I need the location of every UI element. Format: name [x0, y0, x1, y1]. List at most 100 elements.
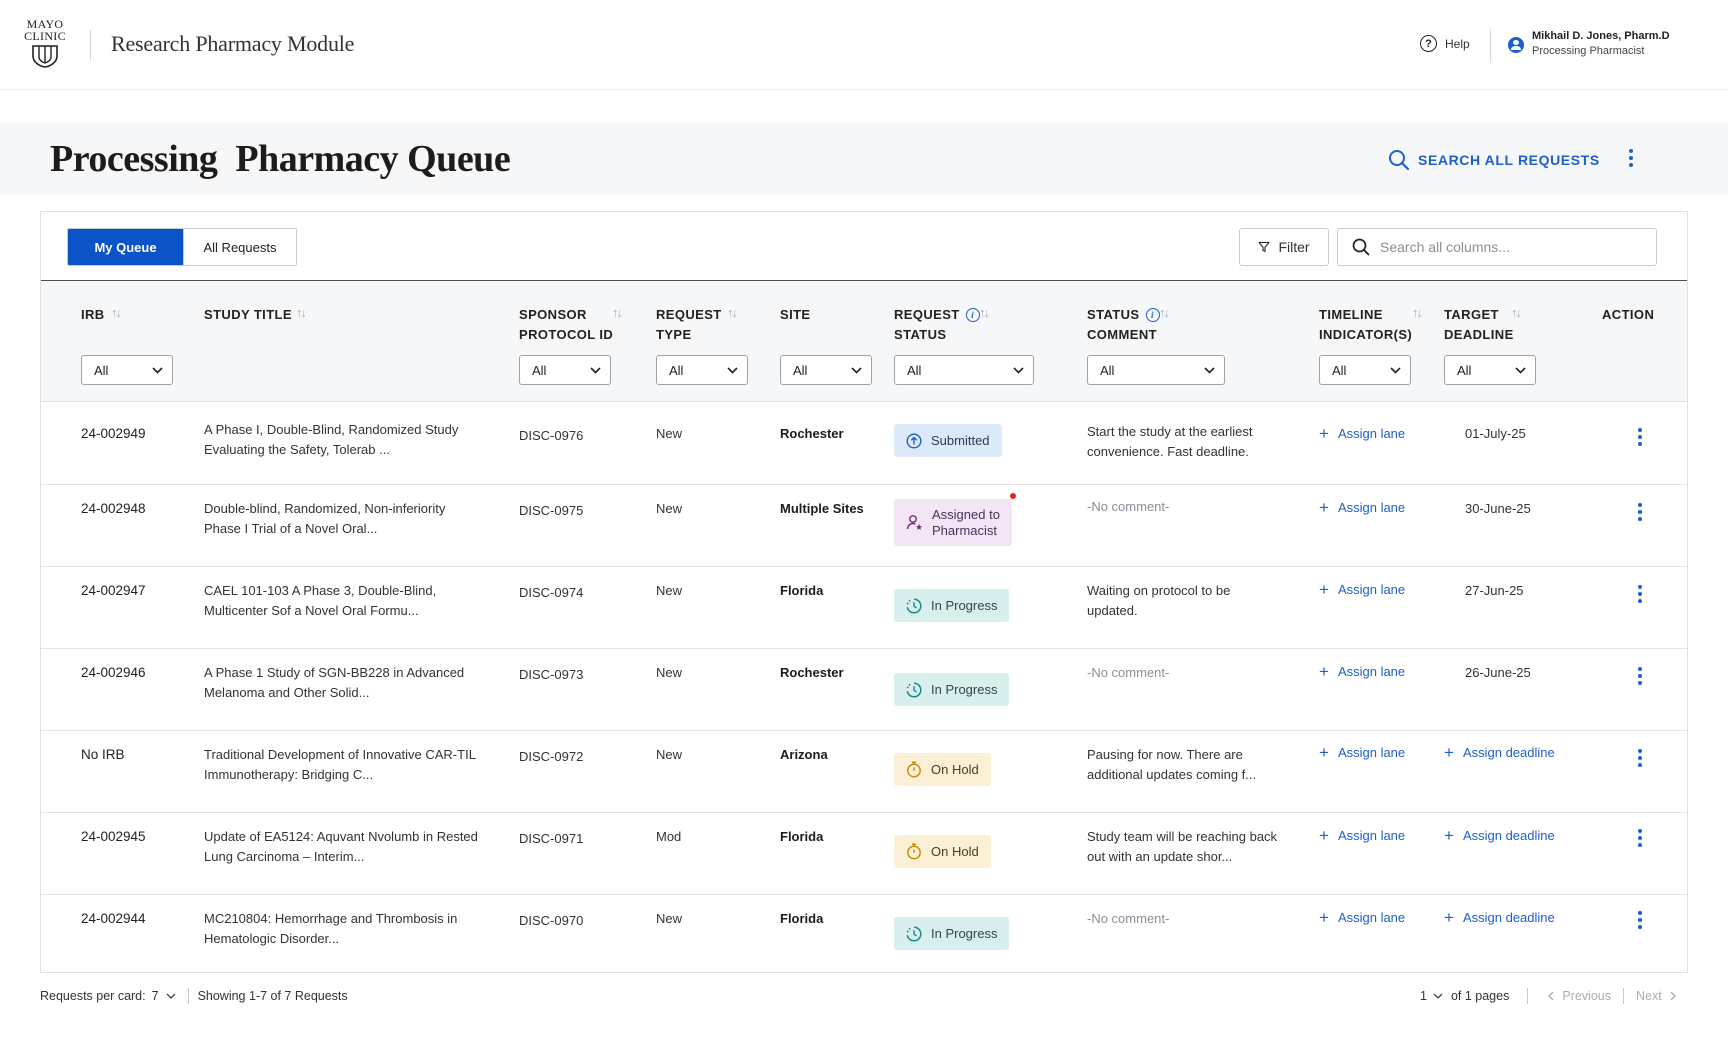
sort-icon[interactable]: ↑↓ — [727, 305, 738, 320]
status-comment-filter-select[interactable]: All — [1087, 355, 1225, 385]
assign-lane-button[interactable]: + Assign lane — [1319, 744, 1405, 761]
plus-icon: + — [1319, 424, 1329, 443]
column-header-target-deadline[interactable]: TARGET DEADLINE — [1444, 305, 1514, 345]
assign-deadline-button[interactable]: + Assign deadline — [1444, 909, 1555, 926]
request-type-filter-select[interactable]: All — [656, 355, 748, 385]
irb-filter-select[interactable]: All — [81, 355, 173, 385]
row-actions-icon[interactable] — [1631, 827, 1649, 849]
table-row[interactable]: No IRB Traditional Development of Innova… — [41, 731, 1687, 813]
info-icon[interactable]: i — [965, 308, 980, 322]
search-all-requests-button[interactable]: SEARCH ALL REQUESTS — [1388, 149, 1600, 171]
info-icon[interactable]: i — [1145, 308, 1160, 322]
comment-line: Pausing for now. There are — [1087, 747, 1243, 762]
page-more-options-icon[interactable] — [1622, 147, 1640, 169]
select-value: All — [94, 362, 109, 378]
assign-deadline-button[interactable]: + Assign deadline — [1444, 827, 1555, 844]
row-actions-icon[interactable] — [1631, 665, 1649, 687]
row-actions-icon[interactable] — [1631, 426, 1649, 448]
study-title-cell[interactable]: A Phase 1 Study of SGN-BB228 in Advanced… — [204, 663, 464, 703]
sponsor-filter-select[interactable]: All — [519, 355, 611, 385]
search-columns-input[interactable] — [1380, 239, 1640, 255]
per-card-select[interactable]: 7 — [152, 989, 176, 1003]
chevron-down-icon — [166, 993, 176, 999]
sort-icon[interactable]: ↑↓ — [111, 305, 122, 320]
tab-my-queue[interactable]: My Queue — [68, 229, 183, 265]
user-role: Processing Pharmacist — [1532, 45, 1645, 57]
logo-divider — [90, 30, 91, 60]
row-actions-icon[interactable] — [1631, 583, 1649, 605]
row-actions-icon[interactable] — [1631, 747, 1649, 769]
column-header-action: ACTION — [1602, 307, 1655, 322]
page-header: Processing Pharmacy Queue SEARCH ALL REQ… — [0, 123, 1728, 195]
sort-icon[interactable]: ↑↓ — [1412, 305, 1423, 320]
user-menu[interactable]: Mikhail D. Jones, Pharm.D Processing Pha… — [1508, 30, 1670, 57]
study-title-cell[interactable]: Traditional Development of Innovative CA… — [204, 745, 476, 785]
table-row[interactable]: 24-002947 CAEL 101-103 A Phase 3, Double… — [41, 567, 1687, 649]
clock-progress-icon — [906, 597, 922, 614]
chevron-down-icon — [1013, 366, 1024, 374]
assign-deadline-button[interactable]: + Assign deadline — [1444, 743, 1555, 762]
plus-icon: + — [1444, 743, 1454, 762]
request-status-filter-select[interactable]: All — [894, 355, 1034, 385]
study-title-cell[interactable]: MC210804: Hemorrhage and Thrombosis in He… — [204, 909, 457, 949]
user-avatar-icon — [1508, 37, 1524, 53]
assign-lane-button[interactable]: + Assign lane — [1319, 909, 1405, 926]
select-value: All — [1100, 362, 1115, 378]
column-header-sponsor-protocol[interactable]: SPONSOR PROTOCOL ID — [519, 305, 613, 345]
select-value: All — [1457, 362, 1472, 378]
mayo-clinic-logo[interactable]: MAYO CLINIC — [22, 18, 68, 70]
table-row[interactable]: 24-002946 A Phase 1 Study of SGN-BB228 i… — [41, 649, 1687, 731]
status-comment-cell: Study team will be reaching back out with… — [1087, 827, 1277, 867]
filter-button[interactable]: Filter — [1239, 228, 1329, 266]
page-select[interactable]: 1 — [1420, 989, 1443, 1003]
table-row[interactable]: 24-002948 Double-blind, Randomized, Non-… — [41, 485, 1687, 567]
assign-lane-button[interactable]: + Assign lane — [1319, 663, 1405, 680]
sort-icon[interactable]: ↑↓ — [612, 305, 623, 320]
showing-count: Showing 1-7 of 7 Requests — [197, 989, 348, 1003]
table-row[interactable]: 24-002944 MC210804: Hemorrhage and Throm… — [41, 895, 1687, 973]
previous-page-button[interactable]: Previous — [1548, 989, 1611, 1003]
column-header-irb[interactable]: IRB — [81, 305, 105, 325]
header-line: INDICATOR(S) — [1319, 327, 1413, 342]
sort-icon[interactable]: ↑↓ — [1159, 305, 1170, 320]
sort-icon[interactable]: ↑↓ — [296, 305, 307, 320]
assign-lane-button[interactable]: + Assign lane — [1319, 424, 1405, 443]
header-line: STATUS — [894, 327, 947, 342]
sort-icon[interactable]: ↑↓ — [979, 305, 990, 320]
table-row[interactable]: 24-002949 A Phase I, Double-Blind, Rando… — [41, 402, 1687, 485]
search-icon — [1389, 150, 1410, 171]
previous-label: Previous — [1562, 989, 1611, 1003]
row-actions-icon[interactable] — [1631, 501, 1649, 523]
page-value: 1 — [1420, 989, 1427, 1003]
help-button[interactable]: ? Help — [1420, 35, 1470, 52]
table-row[interactable]: 24-002945 Update of EA5124: Aquvant Nvol… — [41, 813, 1687, 895]
column-header-study-title[interactable]: STUDY TITLE — [204, 305, 292, 325]
pagination-summary: Requests per card: 7 Showing 1-7 of 7 Re… — [40, 988, 348, 1004]
stopwatch-icon — [907, 843, 921, 860]
funnel-icon — [1258, 241, 1271, 253]
study-title-cell[interactable]: A Phase I, Double-Blind, Randomized Stud… — [204, 420, 458, 460]
search-columns-field[interactable] — [1337, 228, 1657, 266]
study-title-cell[interactable]: Double-blind, Randomized, Non-inferiorit… — [204, 499, 445, 539]
column-header-timeline[interactable]: TIMELINE INDICATOR(S) — [1319, 305, 1412, 345]
target-deadline-cell: 26-June-25 — [1465, 665, 1531, 680]
study-title-cell[interactable]: Update of EA5124: Aquvant Nvolumb in Res… — [204, 827, 478, 867]
row-actions-icon[interactable] — [1631, 909, 1649, 931]
header-line: STATUS — [1087, 307, 1140, 322]
sort-icon[interactable]: ↑↓ — [1511, 305, 1522, 320]
column-header-status-comment[interactable]: STATUS i COMMENT — [1087, 305, 1160, 345]
site-filter-select[interactable]: All — [780, 355, 872, 385]
timeline-filter-select[interactable]: All — [1319, 355, 1411, 385]
assign-lane-button[interactable]: + Assign lane — [1319, 499, 1405, 516]
assign-lane-button[interactable]: + Assign lane — [1319, 827, 1405, 844]
title-line: Phase I Trial of a Novel Oral... — [204, 521, 378, 536]
target-deadline-filter-select[interactable]: All — [1444, 355, 1536, 385]
tab-all-requests[interactable]: All Requests — [183, 229, 296, 265]
study-title-cell[interactable]: CAEL 101-103 A Phase 3, Double-Blind, Mul… — [204, 581, 436, 621]
next-page-button[interactable]: Next — [1636, 989, 1676, 1003]
notification-dot — [1010, 493, 1016, 499]
column-header-request-type[interactable]: REQUEST TYPE — [656, 305, 722, 345]
assign-lane-button[interactable]: + Assign lane — [1319, 581, 1405, 598]
status-label: Submitted — [931, 433, 990, 448]
column-header-request-status[interactable]: REQUEST i STATUS — [894, 305, 980, 345]
